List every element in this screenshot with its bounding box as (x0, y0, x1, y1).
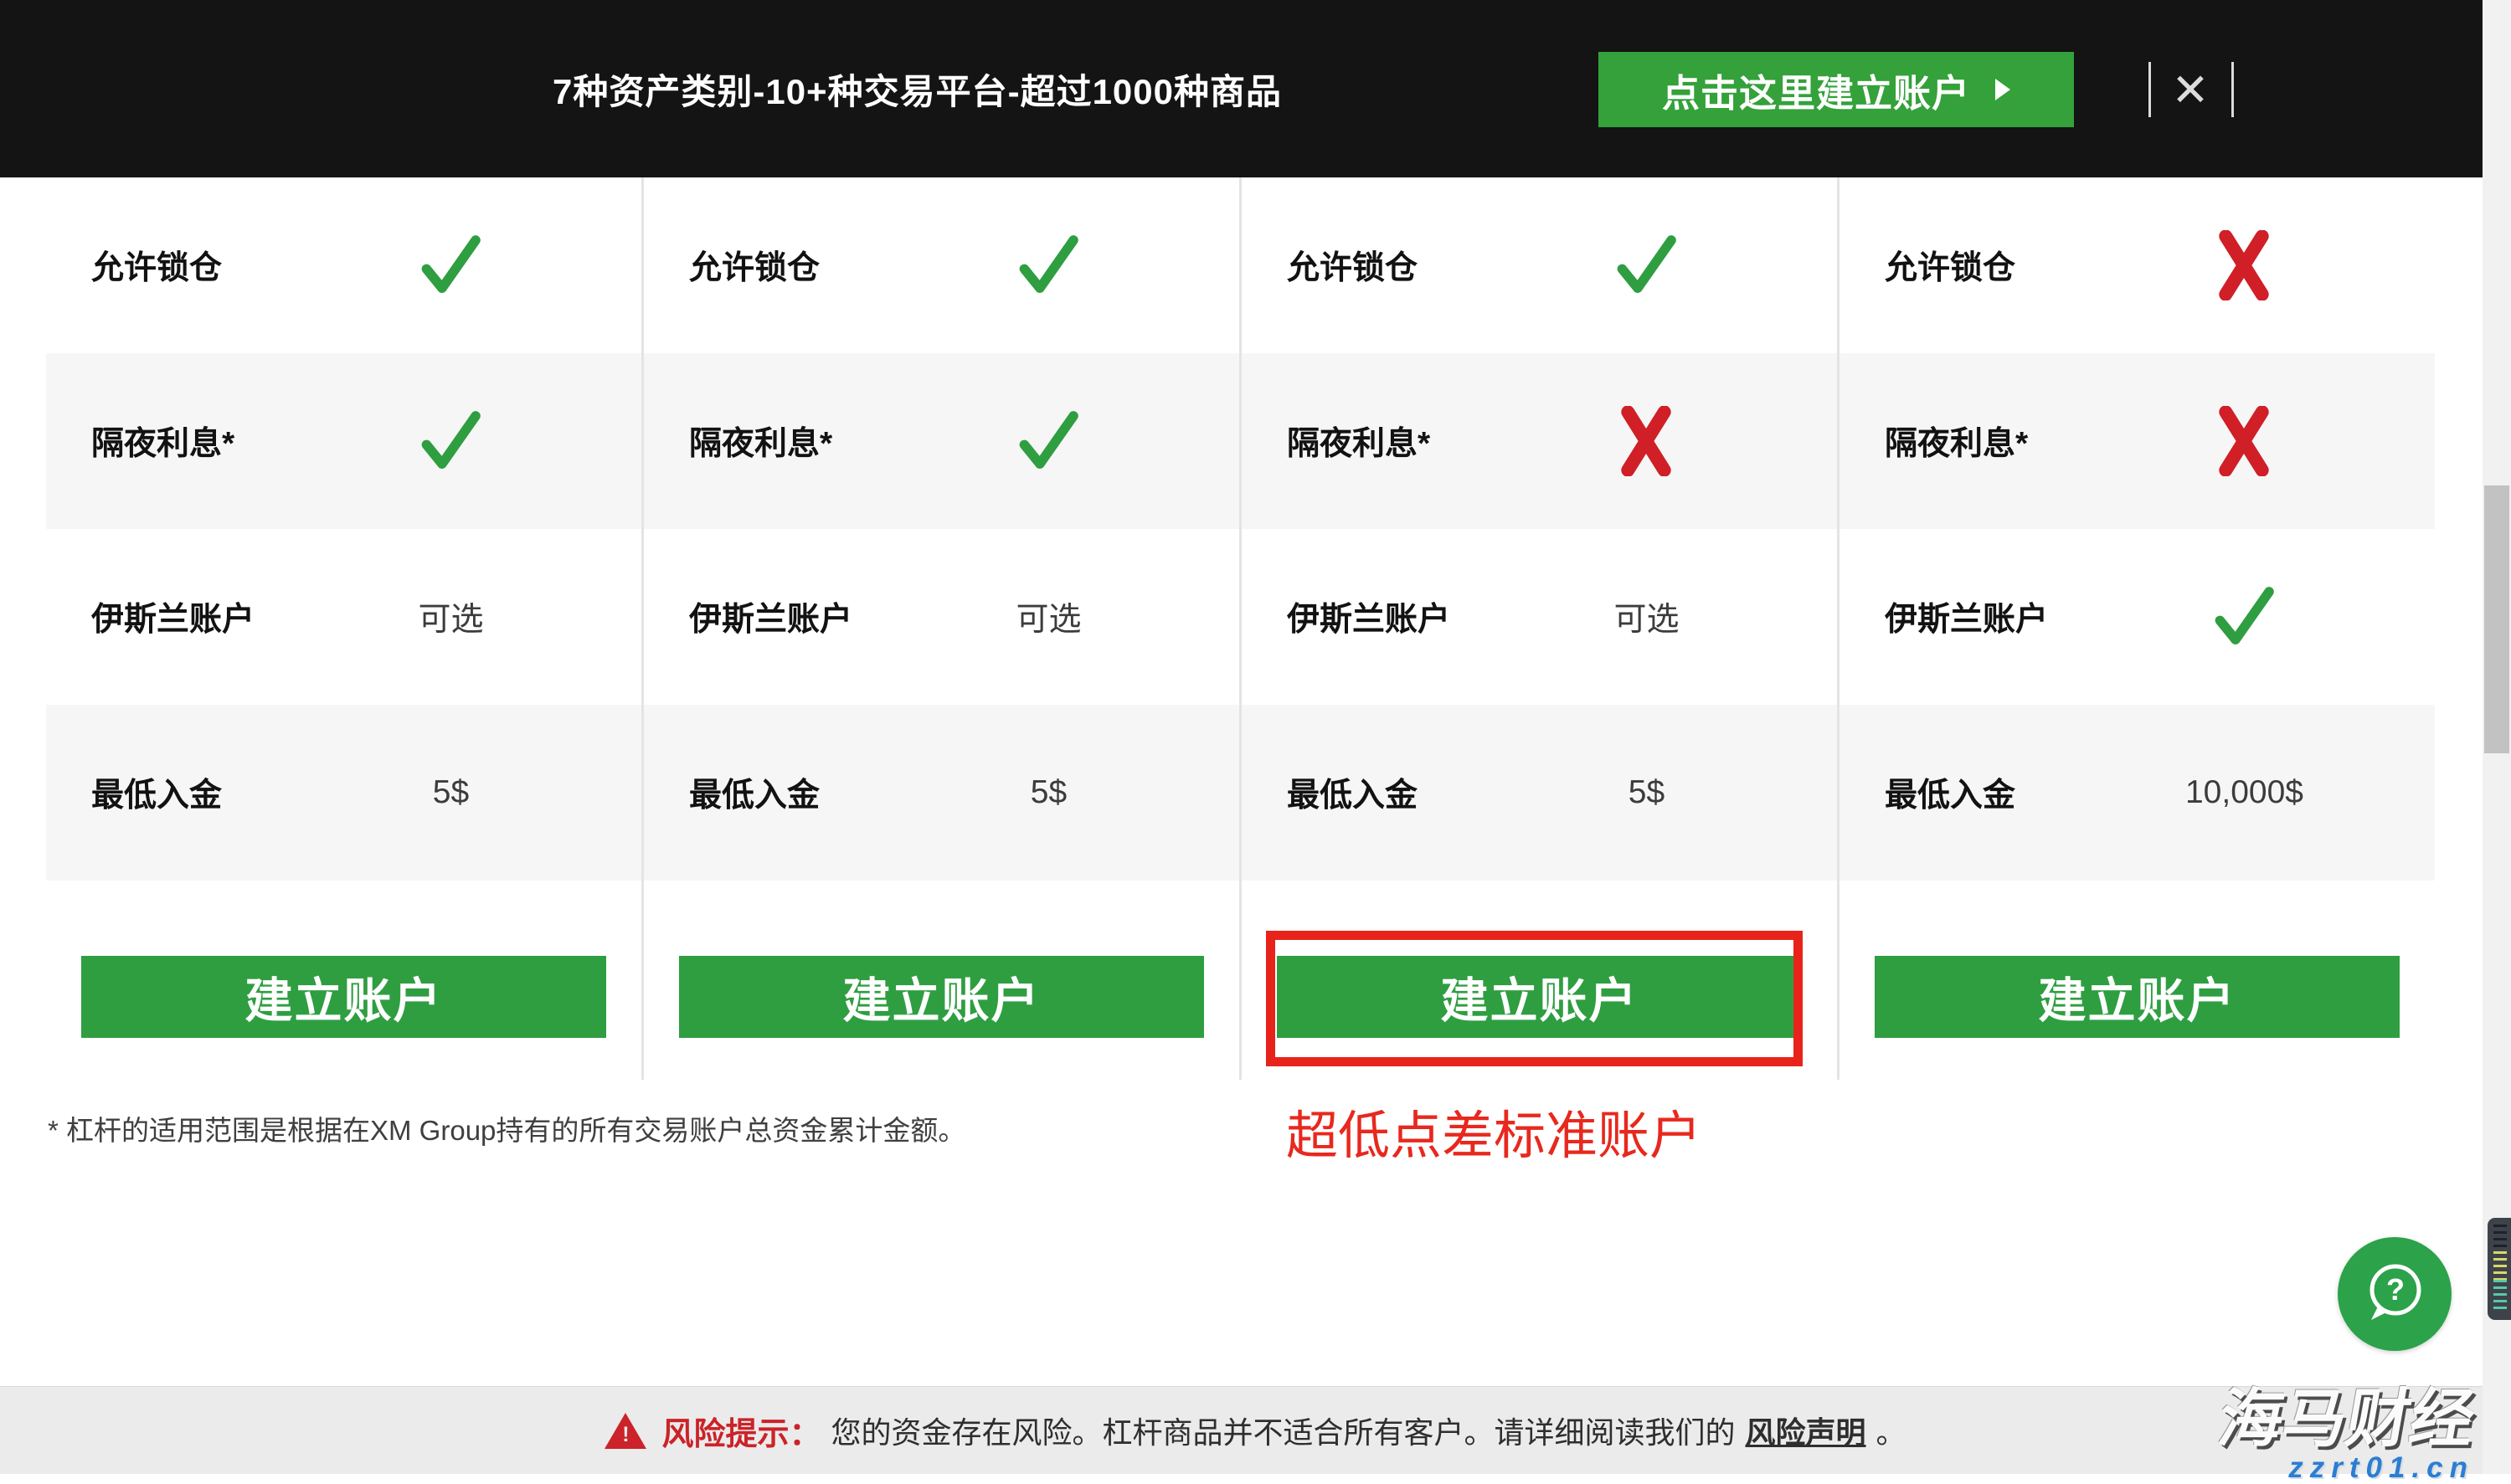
table-cell: 隔夜利息* (1242, 353, 1837, 529)
minimap-yellow-marks (2493, 1251, 2507, 1280)
check-icon (414, 229, 486, 301)
cross-icon (1619, 406, 1673, 476)
svg-text:?: ? (2386, 1272, 2405, 1307)
table-cell: 伊斯兰账户 可选 (46, 529, 641, 705)
table-cell: 最低入金 5$ (46, 705, 641, 881)
button-row: 建立账户 (1242, 881, 1837, 1080)
table-cell: 伊斯兰账户 可选 (1242, 529, 1837, 705)
warning-triangle-icon: ! (605, 1411, 646, 1450)
row-label: 允许锁仓 (91, 242, 222, 289)
cell-value: 5$ (1629, 774, 1665, 811)
row-label: 隔夜利息* (1287, 418, 1430, 465)
close-icon[interactable]: ✕ (2159, 50, 2222, 130)
promo-banner: 7种资产类别-10+种交易平台-超过1000种商品 点击这里建立账户 ✕ (0, 0, 2511, 177)
help-chat-button[interactable]: ? (2338, 1237, 2452, 1351)
banner-cta-label: 点击这里建立账户 (1662, 63, 1970, 117)
row-label: 允许锁仓 (689, 242, 820, 289)
annotation-note: 超低点差标准账户 (1286, 1093, 1701, 1168)
row-label: 隔夜利息* (1885, 418, 2028, 465)
row-label: 允许锁仓 (1885, 242, 2015, 289)
table-cell: 最低入金 5$ (1242, 705, 1837, 881)
cell-value: 5$ (433, 774, 469, 811)
cell-value: 5$ (1031, 774, 1067, 811)
cell-value: 可选 (418, 593, 483, 640)
row-label: 伊斯兰账户 (1287, 593, 1450, 640)
scroll-minimap[interactable] (2488, 1218, 2511, 1320)
table-cell: 允许锁仓 (46, 177, 641, 353)
table-cell: 隔夜利息* (1840, 353, 2435, 529)
button-row: 建立账户 (1840, 881, 2435, 1080)
check-icon (414, 405, 486, 477)
banner-close-area: ✕ (2143, 50, 2244, 130)
risk-text: 您的资金存在风险。杠杆商品并不适合所有客户。请详细阅读我们的 (831, 1409, 1735, 1452)
minimap-dark-marks (2493, 1225, 2507, 1251)
cell-value: 可选 (1613, 593, 1679, 640)
table-cell: 允许锁仓 (1840, 177, 2435, 353)
arrow-right-icon (1995, 79, 2010, 100)
row-label: 允许锁仓 (1287, 242, 1418, 289)
divider-line (2148, 62, 2151, 117)
cell-value: 10,000$ (2185, 774, 2303, 811)
banner-create-account-button[interactable]: 点击这里建立账户 (1598, 52, 2074, 127)
divider-line (2231, 62, 2234, 117)
check-icon (1012, 405, 1084, 477)
account-comparison-table: 允许锁仓 隔夜利息* 伊斯兰账户 可选 最低入金 5$ 建立账户 允许锁仓 (46, 177, 2435, 1080)
table-cell: 允许锁仓 (1242, 177, 1837, 353)
create-account-button-3[interactable]: 建立账户 (1277, 956, 1802, 1038)
row-label: 最低入金 (1885, 769, 2015, 816)
table-cell: 隔夜利息* (46, 353, 641, 529)
table-cell: 隔夜利息* (644, 353, 1239, 529)
banner-headline: 7种资产类别-10+种交易平台-超过1000种商品 (553, 0, 1282, 177)
create-account-button-4[interactable]: 建立账户 (1875, 956, 2400, 1038)
minimap-teal-marks (2493, 1280, 2507, 1312)
cross-icon (2217, 406, 2271, 476)
table-cell: 最低入金 10,000$ (1840, 705, 2435, 881)
risk-label: 风险提示： (661, 1408, 821, 1454)
table-cell: 伊斯兰账户 可选 (644, 529, 1239, 705)
question-bubble-icon: ? (2359, 1258, 2430, 1331)
table-cell: 允许锁仓 (644, 177, 1239, 353)
account-column-3: 允许锁仓 隔夜利息* 伊斯兰账户 可选 最低入金 5$ 建立账户 (1242, 177, 1840, 1080)
check-icon (2208, 581, 2280, 653)
check-icon (1012, 229, 1084, 301)
leverage-footnote: * 杠杆的适用范围是根据在XM Group持有的所有交易账户总资金累计金额。 (48, 1108, 965, 1148)
table-cell: 最低入金 5$ (644, 705, 1239, 881)
create-account-button-1[interactable]: 建立账户 (81, 956, 606, 1038)
cell-value: 可选 (1016, 593, 1081, 640)
row-label: 最低入金 (91, 769, 222, 816)
risk-disclosure-link[interactable]: 风险声明 (1746, 1409, 1866, 1452)
button-row: 建立账户 (644, 881, 1239, 1080)
row-label: 伊斯兰账户 (91, 593, 255, 640)
check-icon (1610, 229, 1682, 301)
row-label: 伊斯兰账户 (1885, 593, 2048, 640)
account-column-2: 允许锁仓 隔夜利息* 伊斯兰账户 可选 最低入金 5$ 建立账户 (644, 177, 1242, 1080)
create-account-button-2[interactable]: 建立账户 (679, 956, 1204, 1038)
risk-text-suffix: 。 (1876, 1409, 1906, 1452)
row-label: 最低入金 (1287, 769, 1418, 816)
risk-warning-bar: ! 风险提示： 您的资金存在风险。杠杆商品并不适合所有客户。请详细阅读我们的 风… (0, 1386, 2511, 1474)
table-cell: 伊斯兰账户 (1840, 529, 2435, 705)
button-row: 建立账户 (46, 881, 641, 1080)
scrollbar-thumb[interactable] (2484, 485, 2509, 753)
row-label: 隔夜利息* (689, 418, 832, 465)
account-column-4: 允许锁仓 隔夜利息* 伊斯兰账户 最低入金 10,000$ 建立账户 (1840, 177, 2435, 1080)
account-column-1: 允许锁仓 隔夜利息* 伊斯兰账户 可选 最低入金 5$ 建立账户 (46, 177, 644, 1080)
cross-icon (2217, 230, 2271, 300)
row-label: 隔夜利息* (91, 418, 234, 465)
row-label: 最低入金 (689, 769, 820, 816)
row-label: 伊斯兰账户 (689, 593, 852, 640)
